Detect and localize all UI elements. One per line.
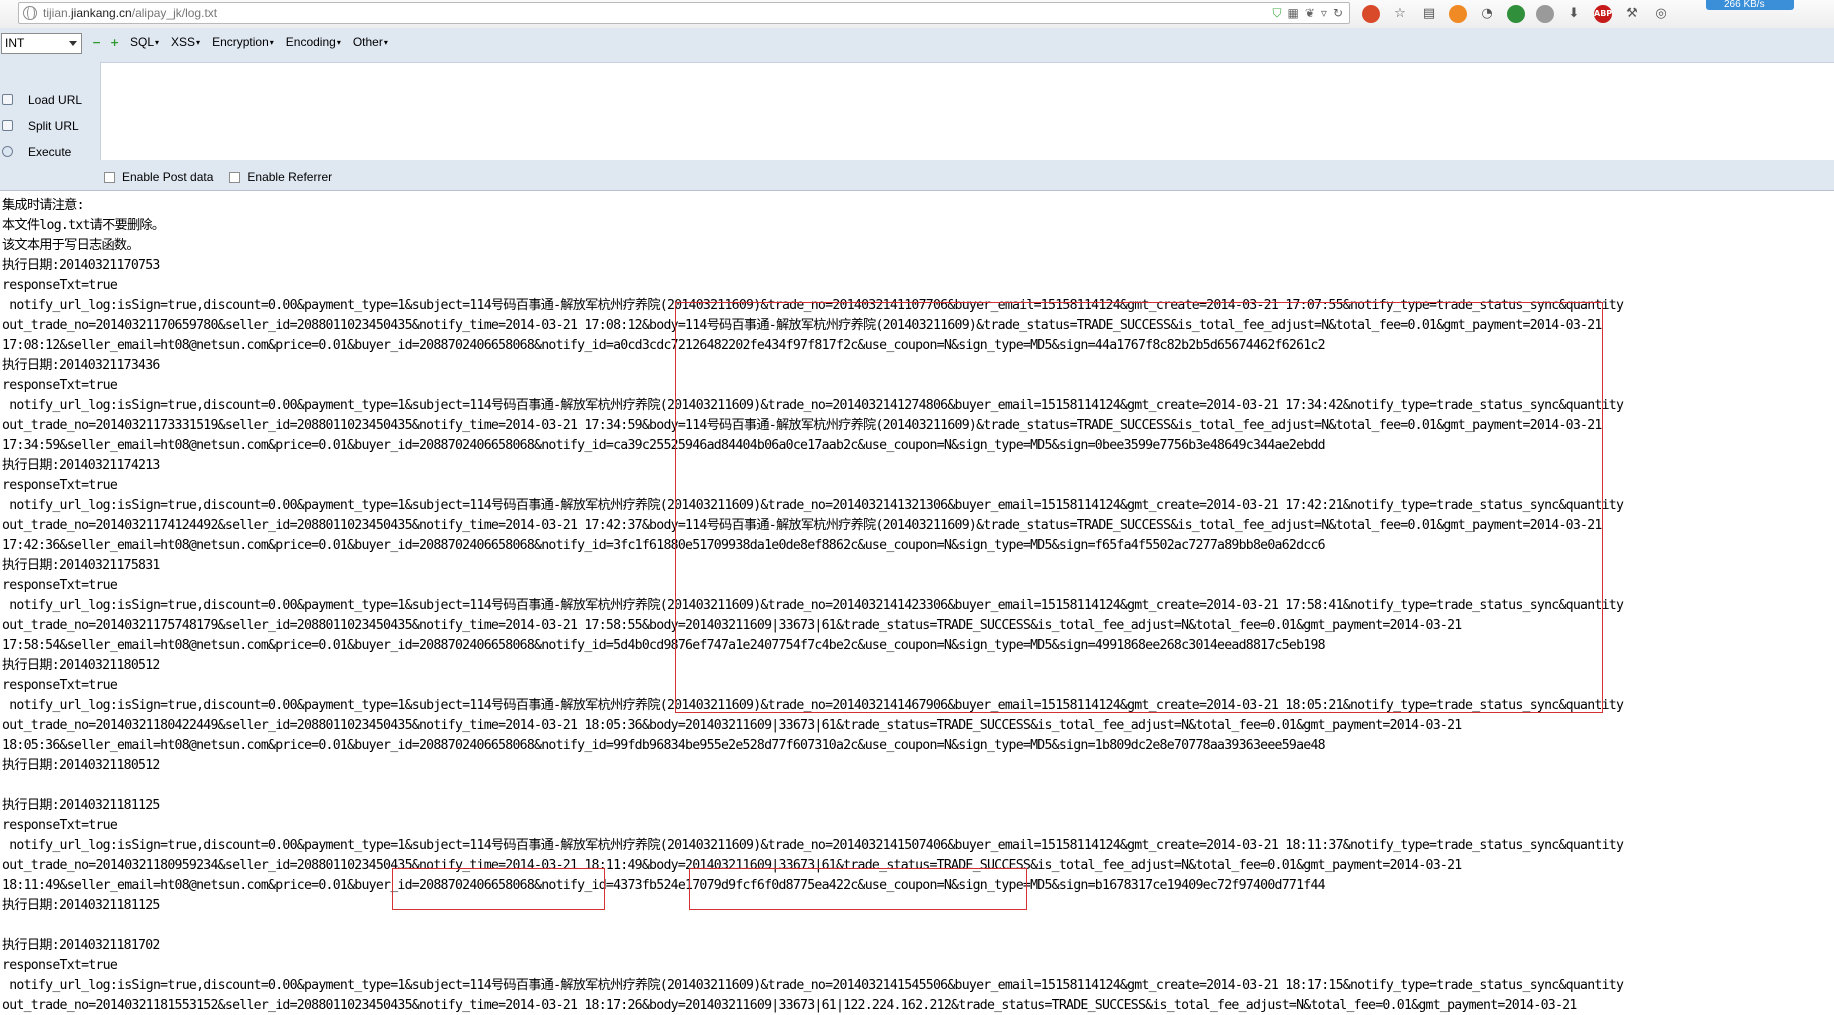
enable-referrer-option[interactable]: Enable Referrer: [229, 170, 332, 184]
enable-post-checkbox[interactable]: [104, 171, 115, 183]
plugin-icon[interactable]: ◎: [1652, 5, 1670, 23]
url-textarea[interactable]: [100, 62, 1834, 160]
log-line: responseTxt=true: [2, 478, 118, 493]
plus-icon[interactable]: +: [110, 37, 119, 48]
log-line: notify_url_log:isSign=true,discount=0.00…: [2, 698, 1624, 713]
load-url-button[interactable]: Load URL: [0, 91, 100, 111]
log-line: notify_url_log:isSign=true,discount=0.00…: [2, 498, 1624, 513]
menu-xss[interactable]: XSS: [171, 35, 200, 49]
log-line: notify_url_log:isSign=true,discount=0.00…: [2, 838, 1624, 853]
log-line: responseTxt=true: [2, 578, 118, 593]
log-line: responseTxt=true: [2, 818, 118, 833]
log-line: responseTxt=true: [2, 378, 118, 393]
log-line: 执行日期:20140321170753: [2, 258, 160, 273]
log-line: out_trade_no=20140321181553152&seller_id…: [2, 998, 1577, 1013]
log-line: responseTxt=true: [2, 678, 118, 693]
qr-code-icon[interactable]: ▦: [1288, 6, 1299, 20]
hackbar-menus: SQL XSS Encryption Encoding Other: [130, 35, 388, 49]
hackbar-options: Enable Post data Enable Referrer: [104, 170, 332, 184]
minus-icon[interactable]: −: [92, 37, 101, 48]
log-line: 执行日期:20140321181125: [2, 898, 160, 913]
log-line: out_trade_no=20140321180959234&seller_id…: [2, 858, 1462, 873]
enable-post-label: Enable Post data: [122, 170, 214, 184]
type-select[interactable]: INT: [1, 33, 82, 54]
execute-button[interactable]: Execute: [0, 143, 100, 163]
split-url-label: Split URL: [28, 119, 79, 133]
enable-referrer-label: Enable Referrer: [247, 170, 333, 184]
log-line: 执行日期:20140321173436: [2, 358, 160, 373]
address-bar-icons: ⛉ ▦ ❦ ▿ ↻: [1272, 6, 1343, 20]
log-line: 17:08:12&seller_email=ht08@netsun.com&pr…: [2, 338, 1326, 353]
address-bar[interactable]: tijian.jiankang.cn/alipay_jk/log.txt ⛉ ▦…: [18, 2, 1350, 24]
execute-label: Execute: [28, 145, 72, 159]
log-line: 17:34:59&seller_email=ht08@netsun.com&pr…: [2, 438, 1326, 453]
menu-sql[interactable]: SQL: [130, 35, 159, 49]
log-line: 18:05:36&seller_email=ht08@netsun.com&pr…: [2, 738, 1326, 753]
execute-icon: [2, 146, 13, 157]
log-line: 集成时请注意:: [2, 198, 85, 213]
log-line: 执行日期:20140321174213: [2, 458, 160, 473]
enable-referrer-checkbox[interactable]: [229, 171, 241, 183]
speed-dial-icon[interactable]: ◔: [1478, 5, 1496, 23]
log-line: 18:11:49&seller_email=ht08@netsun.com&pr…: [2, 878, 1326, 893]
log-line: 执行日期:20140321181125: [2, 798, 160, 813]
log-line: 执行日期:20140321180512: [2, 658, 160, 673]
log-line: 本文件log.txt请不要删除。: [2, 218, 165, 233]
log-line: out_trade_no=20140321173331519&seller_id…: [2, 418, 1602, 433]
firefox-addon-icon[interactable]: [1362, 5, 1380, 23]
log-line: out_trade_no=20140321180422449&seller_id…: [2, 718, 1462, 733]
split-url-icon: [2, 120, 13, 131]
download-icon[interactable]: ⬇: [1565, 5, 1583, 23]
split-url-button[interactable]: Split URL: [0, 117, 100, 137]
enable-post-option[interactable]: Enable Post data: [104, 170, 213, 184]
log-line: 执行日期:20140321175831: [2, 558, 160, 573]
load-url-icon: [2, 94, 13, 105]
log-line: notify_url_log:isSign=true,discount=0.00…: [2, 978, 1624, 993]
load-url-label: Load URL: [28, 93, 83, 107]
log-line: responseTxt=true: [2, 278, 118, 293]
log-line: responseTxt=true: [2, 958, 118, 973]
log-line: notify_url_log:isSign=true,discount=0.00…: [2, 598, 1624, 613]
log-line: 17:58:54&seller_email=ht08@netsun.com&pr…: [2, 638, 1326, 653]
log-line: out_trade_no=20140321174124492&seller_id…: [2, 518, 1602, 533]
download-speed-badge: 266 KB/s: [1706, 0, 1794, 10]
leaf-icon[interactable]: ❦: [1305, 6, 1315, 20]
browser-toolbar: tijian.jiankang.cn/alipay_jk/log.txt ⛉ ▦…: [0, 0, 1834, 29]
menu-encoding[interactable]: Encoding: [286, 35, 341, 49]
log-line: 执行日期:20140321180512: [2, 758, 160, 773]
globe-icon: [23, 6, 37, 20]
bookmark-star-icon[interactable]: ☆: [1391, 5, 1409, 23]
green-addon-icon[interactable]: [1507, 5, 1525, 23]
chevron-down-icon: [69, 41, 77, 46]
menu-encryption[interactable]: Encryption: [212, 35, 274, 49]
log-line: 该文本用于写日志函数。: [2, 238, 140, 253]
log-line: notify_url_log:isSign=true,discount=0.00…: [2, 398, 1624, 413]
log-line: 执行日期:20140321181702: [2, 938, 160, 953]
extension-icons: ☆ ▤ ◔ ⬇ ABP ⚒ ◎: [1362, 3, 1670, 25]
grey-addon-icon[interactable]: [1536, 5, 1554, 23]
bookmarks-list-icon[interactable]: ▤: [1420, 5, 1438, 23]
type-select-value: INT: [5, 36, 25, 50]
log-line: out_trade_no=20140321175748179&seller_id…: [2, 618, 1462, 633]
log-line: out_trade_no=20140321170659780&seller_id…: [2, 318, 1602, 333]
hammer-icon[interactable]: ⚒: [1623, 5, 1641, 23]
log-line: notify_url_log:isSign=true,discount=0.00…: [2, 298, 1624, 313]
monkey-addon-icon[interactable]: [1449, 5, 1467, 23]
reload-icon[interactable]: ↻: [1333, 6, 1343, 20]
log-line: 17:42:36&seller_email=ht08@netsun.com&pr…: [2, 538, 1326, 553]
adblock-plus-icon[interactable]: ABP: [1594, 5, 1612, 23]
menu-other[interactable]: Other: [353, 35, 388, 49]
address-bar-url[interactable]: tijian.jiankang.cn/alipay_jk/log.txt: [43, 6, 217, 20]
log-text-content: 集成时请注意: 本文件log.txt请不要删除。 该文本用于写日志函数。执行日期:2…: [2, 196, 1834, 1015]
shield-icon[interactable]: ⛉: [1272, 6, 1281, 20]
dropdown-arrow-icon[interactable]: ▿: [1321, 6, 1327, 20]
